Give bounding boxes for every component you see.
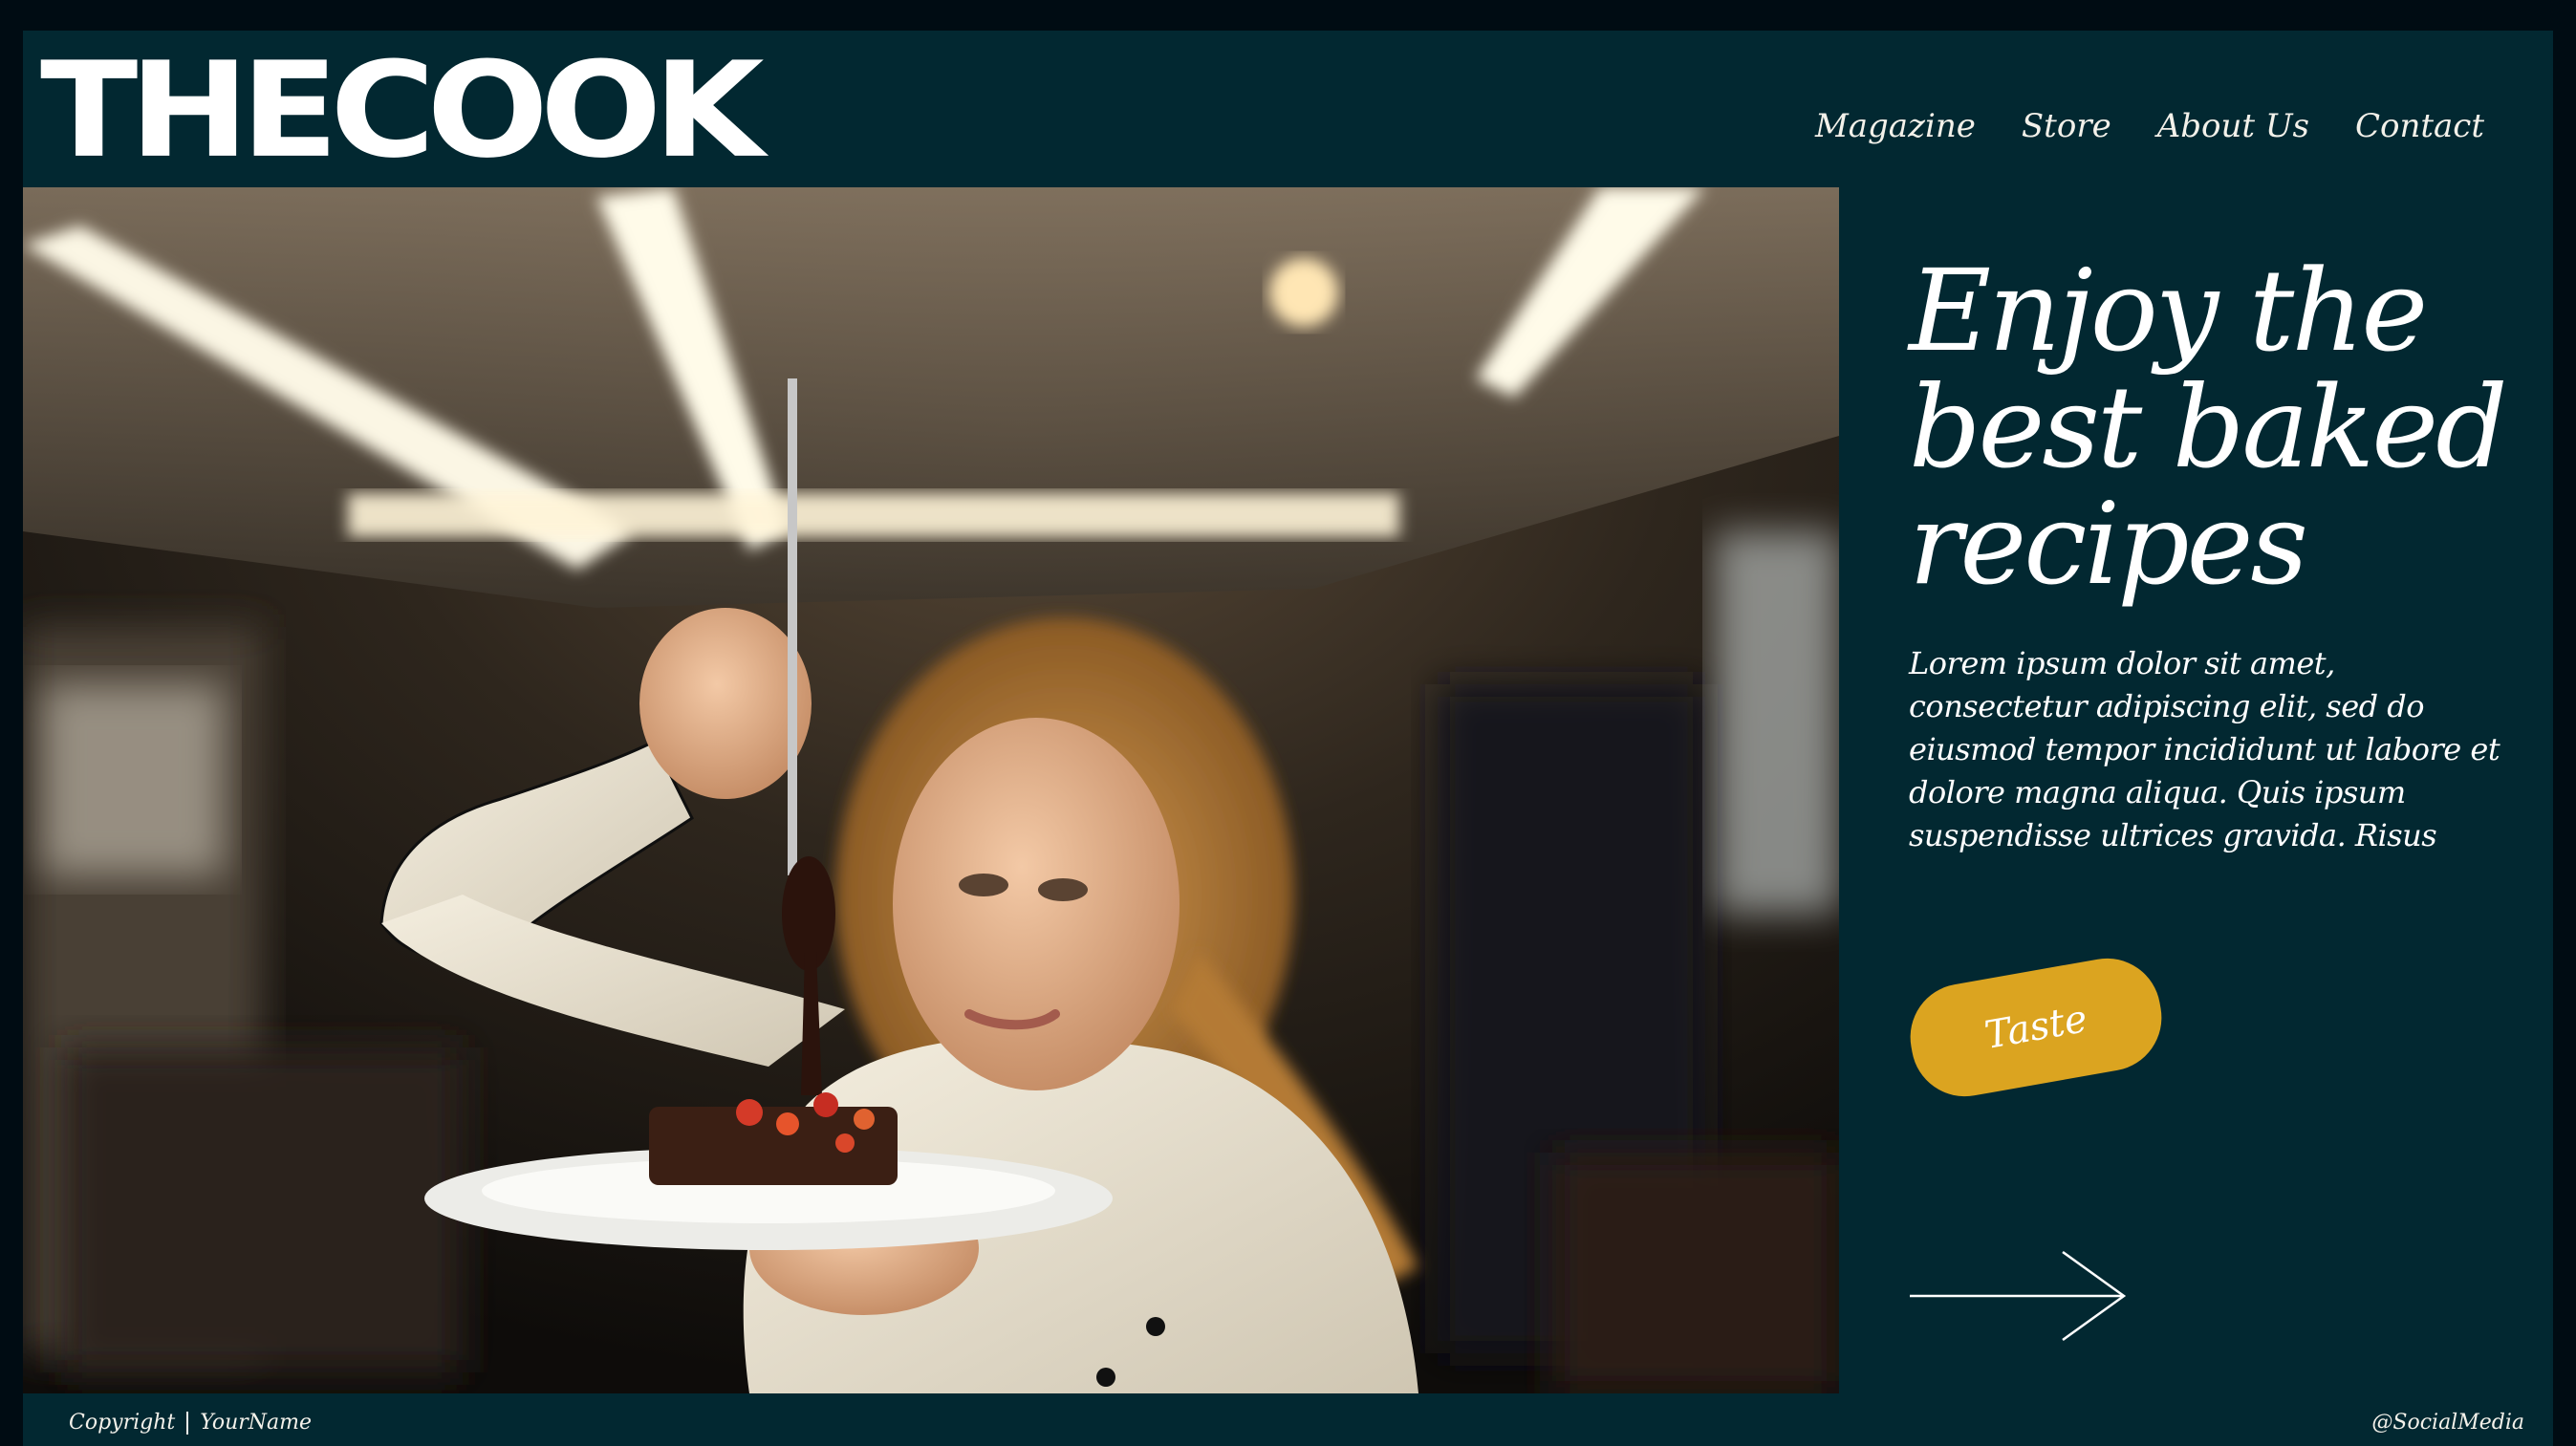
- copyright-label: Copyright: [69, 1411, 176, 1435]
- landing-page: THECOOK Magazine Store About Us Contact: [23, 31, 2553, 1446]
- social-handle[interactable]: @SocialMedia: [2371, 1411, 2524, 1435]
- hero-headline: Enjoy the best baked recipes: [1909, 245, 2508, 610]
- brand-logo[interactable]: THECOOK: [40, 40, 765, 181]
- arrow-right-icon[interactable]: [1910, 1248, 2130, 1344]
- footer-divider: [186, 1411, 189, 1435]
- hero-body-text: Lorem ipsum dolor sit amet, consectetur …: [1909, 645, 2500, 853]
- nav-item-magazine[interactable]: Magazine: [1815, 107, 1976, 145]
- hero-image-chef-plating-dessert: [23, 187, 1839, 1393]
- taste-button[interactable]: Taste: [1901, 949, 2171, 1106]
- hero-text-panel: Enjoy the best baked recipes Lorem ipsum…: [1839, 187, 2553, 1393]
- nav-item-store[interactable]: Store: [2022, 107, 2111, 145]
- nav-item-contact[interactable]: Contact: [2355, 107, 2484, 145]
- hero-photo: [23, 187, 1839, 1393]
- main-nav: Magazine Store About Us Contact: [1815, 107, 2484, 145]
- author-name: YourName: [200, 1411, 313, 1435]
- footer-copyright: Copyright YourName: [69, 1411, 312, 1435]
- nav-item-about-us[interactable]: About Us: [2157, 107, 2309, 145]
